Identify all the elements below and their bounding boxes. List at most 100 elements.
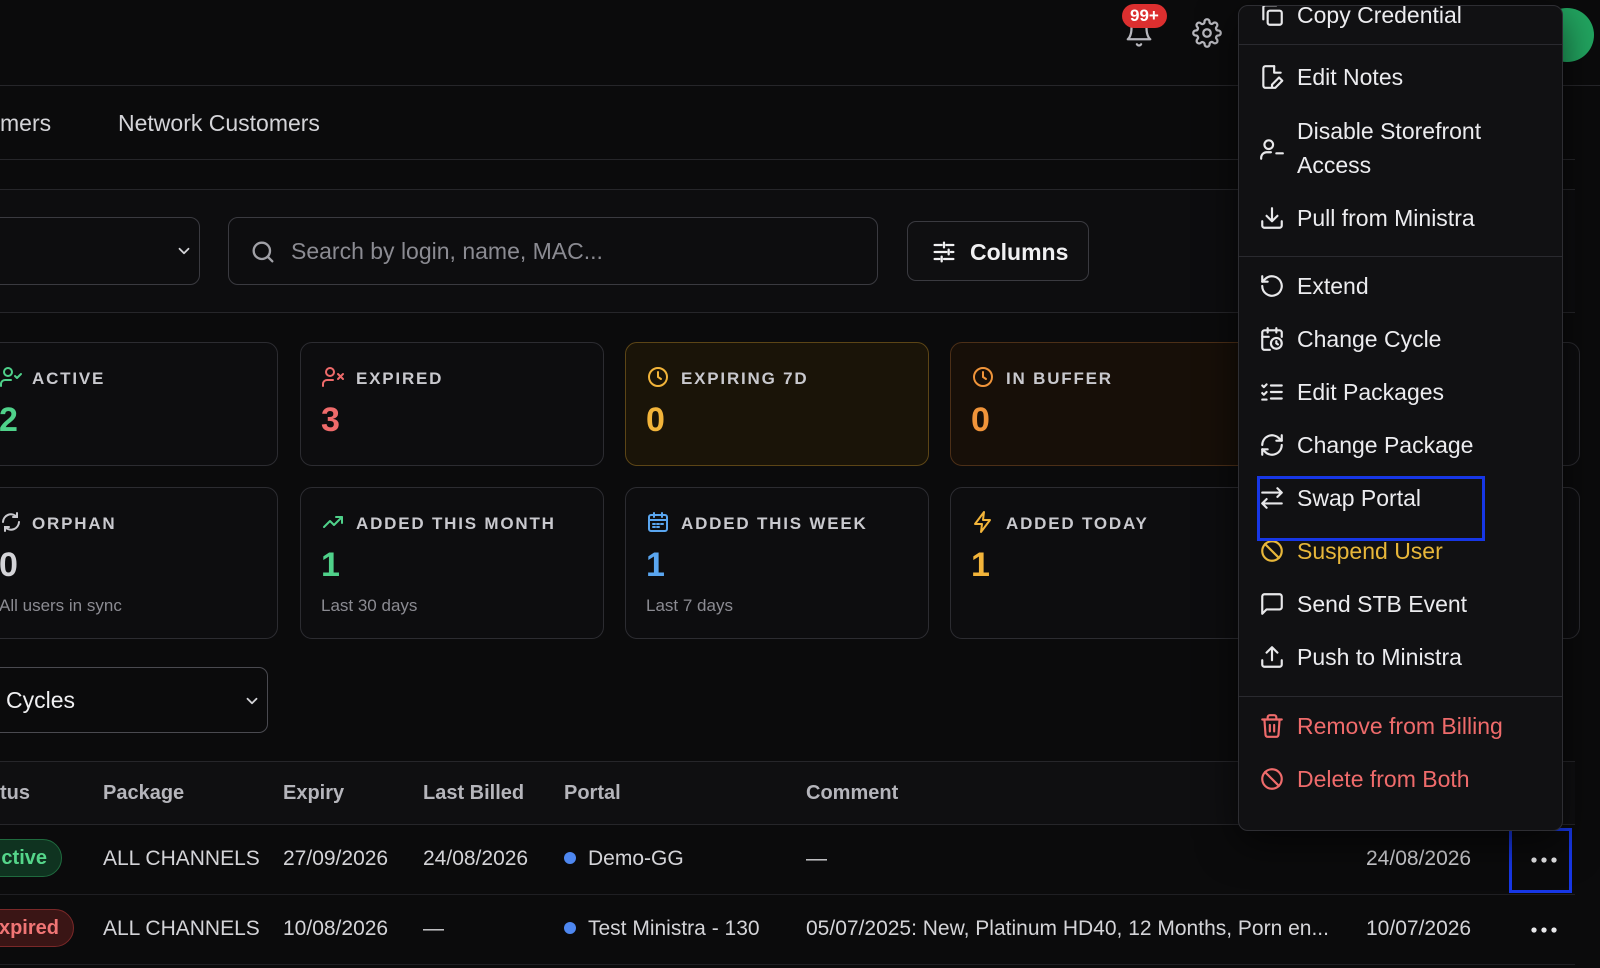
col-status[interactable]: tus	[0, 782, 30, 805]
menu-item-label: Change Cycle	[1297, 326, 1442, 352]
menu-item-label: Disable Storefront	[1297, 118, 1482, 144]
col-expiry[interactable]: Expiry	[283, 782, 344, 805]
cycles-select-value: Cycles	[6, 687, 76, 713]
clock-icon	[648, 367, 668, 387]
comment-cell: 05/07/2025: New, Platinum HD40, 12 Month…	[806, 917, 1329, 940]
menu-item-label: Pull from Ministra	[1297, 205, 1475, 231]
package-cell: ALL CHANNELS	[103, 847, 260, 870]
trending-up-icon	[323, 516, 343, 528]
expiry-cell: 10/08/2026	[283, 917, 389, 940]
chevron-down-icon	[178, 247, 190, 255]
menu-divider	[1239, 44, 1562, 45]
stat-value: 1	[321, 546, 340, 584]
stat-subtitle: All users in sync	[0, 596, 122, 615]
stat-value: 1	[971, 546, 990, 584]
portal-cell: Test Ministra - 130	[564, 917, 760, 941]
status-badge: xpired	[0, 909, 74, 947]
stat-title: ADDED THIS WEEK	[681, 514, 868, 533]
status-badge: ctive	[0, 839, 62, 877]
focus-highlight	[1509, 828, 1572, 893]
user-check-icon	[0, 367, 22, 387]
col-package[interactable]: Package	[103, 782, 184, 805]
trash-icon	[1261, 714, 1283, 738]
focus-highlight	[1257, 476, 1485, 541]
stat-title: EXPIRING 7D	[681, 369, 809, 388]
table-row[interactable]: ctive ALL CHANNELS 27/09/2026 24/08/2026…	[0, 825, 1575, 895]
ban-icon	[1261, 540, 1283, 562]
stat-card-added-today[interactable]: ADDED TODAY 1	[950, 487, 1280, 639]
tab-network-customers[interactable]: Network Customers	[118, 110, 320, 137]
columns-button-label: Columns	[970, 239, 1069, 265]
user-minus-icon	[1260, 139, 1284, 160]
last-billed-cell: 24/08/2026	[423, 847, 529, 870]
menu-item-label: Edit Notes	[1297, 64, 1404, 90]
stat-card-in-buffer[interactable]: IN BUFFER 0	[950, 342, 1280, 466]
list-checks-icon	[1261, 383, 1283, 401]
search-box[interactable]	[228, 217, 878, 285]
expiry-cell: 27/09/2026	[283, 847, 389, 870]
portal-name: Demo-GG	[588, 847, 684, 870]
cycles-select[interactable]: Cycles	[0, 667, 268, 733]
package-cell: ALL CHANNELS	[103, 917, 260, 940]
col-comment[interactable]: Comment	[806, 782, 898, 805]
edit-notes-icon	[1262, 65, 1284, 89]
stat-card-expiring[interactable]: EXPIRING 7D 0	[625, 342, 929, 466]
stat-card-active[interactable]: ACTIVE 2	[0, 342, 278, 466]
upload-icon	[1261, 646, 1283, 668]
refresh-icon	[1261, 434, 1283, 456]
search-input[interactable]	[291, 218, 861, 284]
stat-title: EXPIRED	[356, 369, 444, 388]
col-portal[interactable]: Portal	[564, 782, 621, 805]
stat-value: 1	[646, 546, 665, 584]
table-row[interactable]: xpired ALL CHANNELS 10/08/2026 — Test Mi…	[0, 895, 1575, 965]
menu-item-label: Copy Credential	[1297, 5, 1462, 28]
columns-button[interactable]: Columns	[907, 221, 1089, 281]
row-actions-menu: Copy Credential Edit Notes Disable Store…	[1238, 5, 1563, 831]
portal-cell: Demo-GG	[564, 847, 684, 871]
menu-item-label: Send STB Event	[1297, 591, 1468, 617]
stat-title: IN BUFFER	[1006, 369, 1113, 388]
more-icon[interactable]	[1524, 910, 1564, 950]
date-cell: 10/07/2026	[1366, 917, 1472, 940]
stat-value: 3	[321, 401, 340, 439]
stat-card-orphan[interactable]: ORPHAN 0 All users in sync	[0, 487, 278, 639]
last-billed-cell: —	[423, 917, 444, 940]
gear-icon[interactable]	[1192, 18, 1222, 48]
download-icon	[1261, 207, 1283, 229]
message-icon	[1261, 593, 1283, 615]
bolt-icon	[974, 511, 991, 533]
stat-subtitle: Last 7 days	[646, 596, 733, 615]
copy-icon	[1262, 6, 1283, 26]
stat-value: 2	[0, 401, 18, 439]
stat-title: ACTIVE	[32, 369, 106, 388]
clock-icon	[973, 367, 993, 387]
stat-value: 0	[646, 401, 665, 439]
menu-divider	[1239, 696, 1562, 697]
stat-title: ADDED THIS MONTH	[356, 514, 556, 533]
menu-item-label: Remove from Billing	[1297, 713, 1503, 739]
menu-item-label: Push to Ministra	[1297, 644, 1462, 670]
stat-card-expired[interactable]: EXPIRED 3	[300, 342, 604, 466]
portal-dot	[564, 852, 576, 864]
tab-customers[interactable]: mers	[0, 110, 51, 137]
portal-dot	[564, 922, 576, 934]
user-x-icon	[322, 367, 344, 387]
stat-title: ADDED TODAY	[1006, 514, 1149, 533]
stat-value: 0	[971, 401, 990, 439]
calendar-clock-icon	[1261, 327, 1283, 351]
menu-divider	[1239, 256, 1562, 257]
ban-icon	[1261, 768, 1283, 790]
stat-title: ORPHAN	[32, 514, 117, 533]
stat-card-added-month[interactable]: ADDED THIS MONTH 1 Last 30 days	[300, 487, 604, 639]
filter-select[interactable]	[0, 217, 200, 285]
stat-card-added-week[interactable]: ADDED THIS WEEK 1 Last 7 days	[625, 487, 929, 639]
col-last-billed[interactable]: Last Billed	[423, 782, 524, 805]
rotate-ccw-icon	[1261, 275, 1283, 297]
menu-item-label: Change Package	[1297, 432, 1474, 458]
stat-subtitle: Last 30 days	[321, 596, 418, 615]
portal-name: Test Ministra - 130	[588, 917, 760, 940]
menu-item-label: Extend	[1297, 273, 1369, 299]
sliders-icon	[933, 241, 955, 263]
unlink-icon	[2, 512, 20, 532]
stat-value: 0	[0, 546, 18, 584]
